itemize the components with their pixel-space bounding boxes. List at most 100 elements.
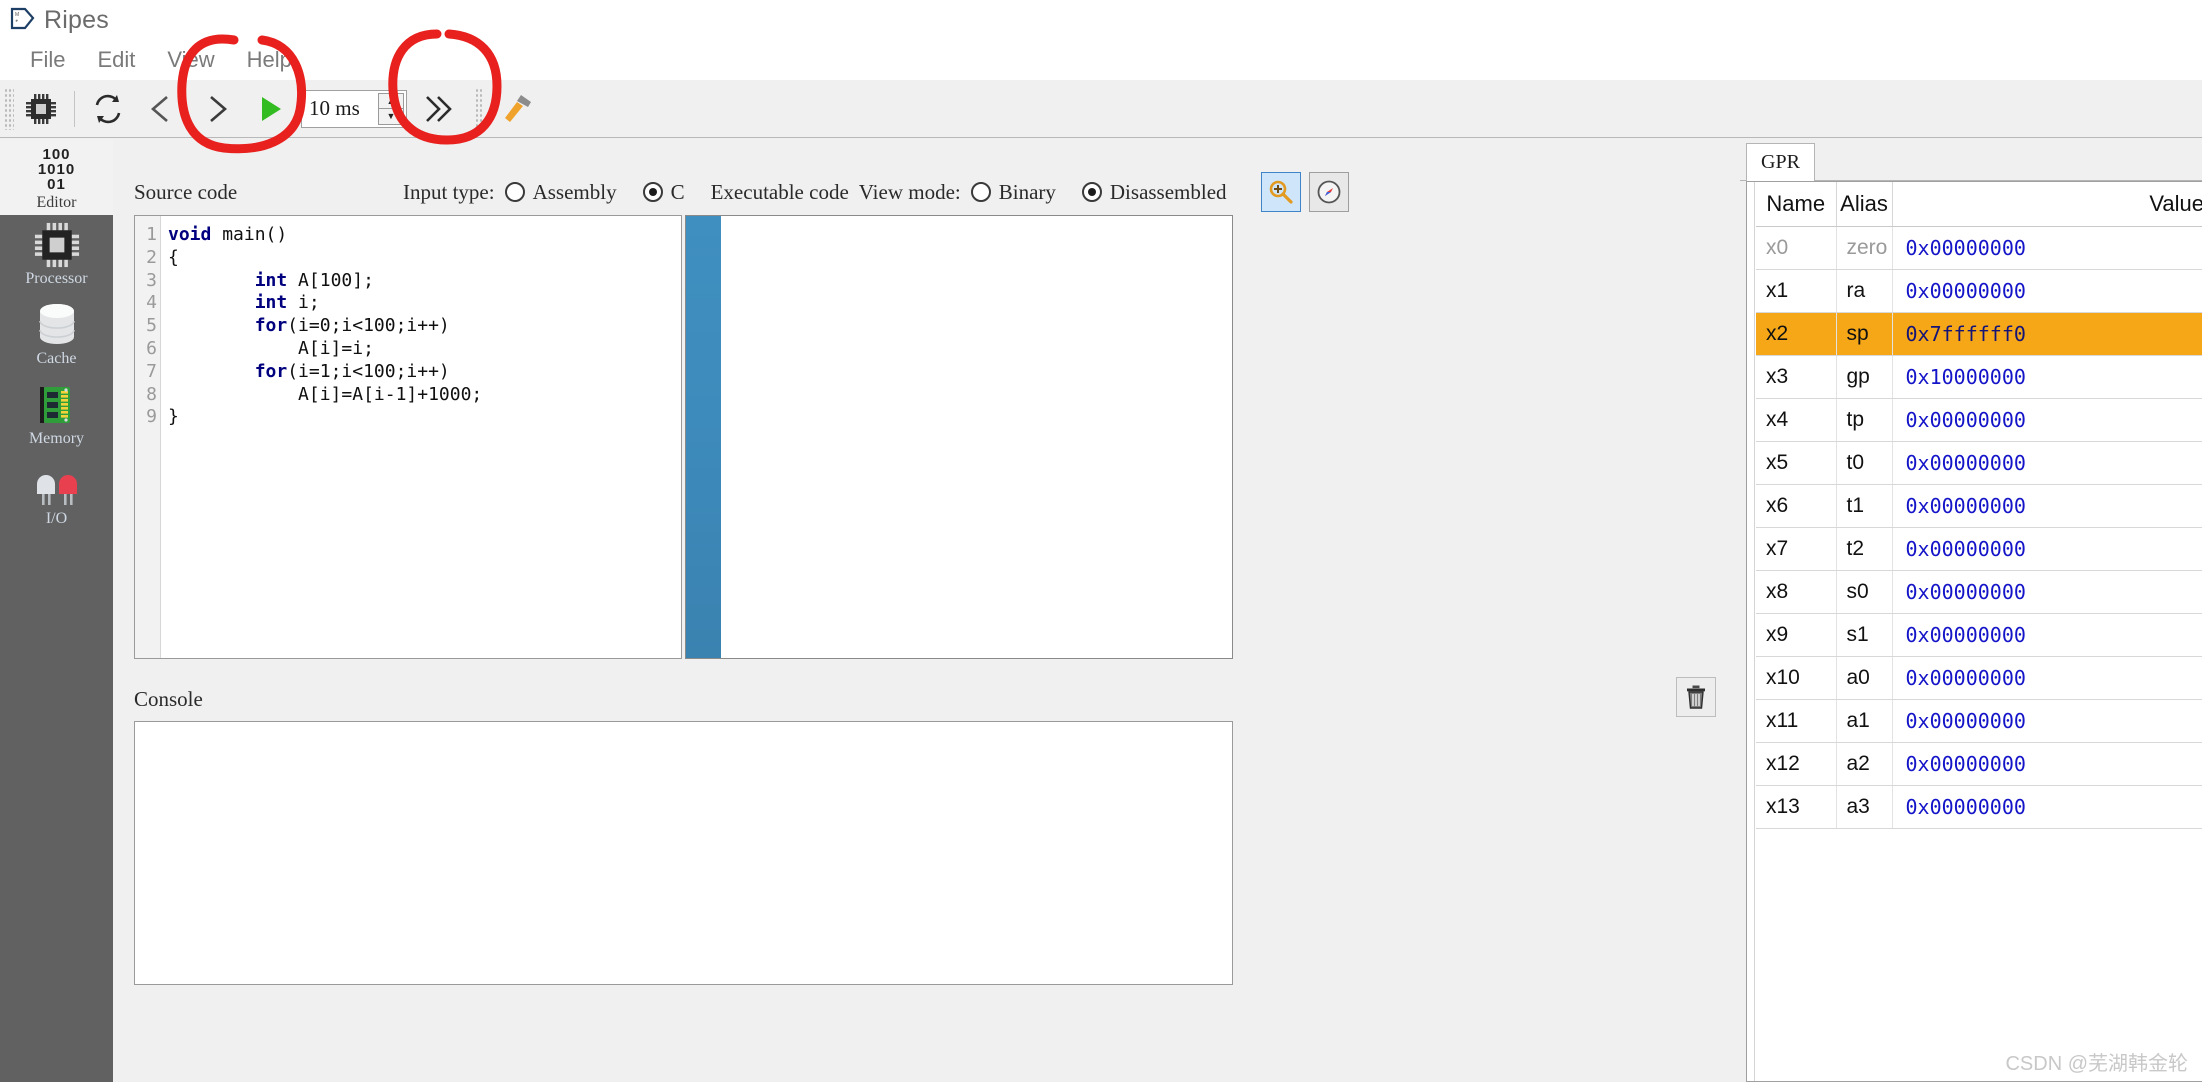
table-row[interactable]: x10 a0 0x00000000 — [1756, 656, 2202, 700]
table-row[interactable]: x8 s0 0x00000000 — [1756, 570, 2202, 614]
source-code-label: Source code — [134, 179, 238, 204]
register-value[interactable]: 0x00000000 — [1892, 742, 2202, 786]
app-title: Ripes — [44, 5, 109, 34]
tab-gpr[interactable]: GPR — [1746, 143, 1815, 181]
register-alias: a3 — [1836, 785, 1893, 829]
source-code-editor[interactable]: 1 2 3 4 5 6 7 8 9 void main() { int A[10… — [134, 215, 682, 659]
sidebar-item-cache[interactable]: Cache — [0, 295, 113, 375]
build-button[interactable] — [490, 84, 544, 134]
table-row[interactable]: x4 tp 0x00000000 — [1756, 398, 2202, 442]
reverse-step-button[interactable] — [135, 84, 189, 134]
step-back-chevron-icon — [151, 95, 168, 122]
executable-code-view[interactable] — [685, 215, 1233, 659]
register-value[interactable]: 0x00000000 — [1892, 226, 2202, 270]
cpu-chip-icon — [26, 93, 56, 124]
reset-button[interactable] — [81, 84, 135, 134]
register-value[interactable]: 0x10000000 — [1892, 355, 2202, 399]
table-row[interactable]: x7 t2 0x00000000 — [1756, 527, 2202, 571]
menu-edit[interactable]: Edit — [81, 45, 151, 75]
clock-interval-spinbox[interactable]: 10 ms ▲ ▼ — [301, 89, 407, 128]
sidebar-label-io: I/O — [45, 510, 68, 527]
register-alias: t1 — [1836, 484, 1893, 528]
register-name: x1 — [1756, 269, 1837, 313]
register-name: x12 — [1756, 742, 1837, 786]
register-alias: t2 — [1836, 527, 1893, 571]
register-name: x3 — [1756, 355, 1837, 399]
editor-code-content[interactable]: void main() { int A[100]; int i; for(i=0… — [161, 216, 681, 658]
register-table-head: Name Alias Value — [1756, 182, 2202, 227]
table-row[interactable]: x13 a3 0x00000000 — [1756, 785, 2202, 829]
svg-text:◕: ◕ — [15, 18, 18, 24]
sidebar-item-memory[interactable]: Memory — [0, 375, 113, 455]
table-row[interactable]: x12 a2 0x00000000 — [1756, 742, 2202, 786]
register-table-container[interactable]: Name Alias Value x0 zero 0x00000000 x1 ra 0x0… — [1746, 181, 2202, 1082]
step-button[interactable] — [189, 84, 243, 134]
col-header-value[interactable]: Value — [1892, 182, 2202, 227]
register-name: x7 — [1756, 527, 1837, 571]
register-value[interactable]: 0x00000000 — [1892, 656, 2202, 700]
register-value[interactable]: 0x00000000 — [1892, 398, 2202, 442]
register-alias: t0 — [1836, 441, 1893, 485]
fast-forward-button[interactable] — [411, 84, 465, 134]
register-value[interactable]: 0x7ffffff0 — [1892, 312, 2202, 356]
register-name: x9 — [1756, 613, 1837, 657]
radio-disassembled[interactable] — [1081, 182, 1102, 202]
register-value[interactable]: 0x00000000 — [1892, 570, 2202, 614]
spin-down-button[interactable]: ▼ — [378, 109, 404, 125]
register-alias: s0 — [1836, 570, 1893, 614]
ram-stick-icon — [35, 382, 79, 428]
sidebar-item-editor[interactable]: 100 1010 01 Editor — [0, 139, 113, 215]
table-row[interactable]: x11 a1 0x00000000 — [1756, 699, 2202, 743]
toolbar-grip[interactable] — [4, 87, 14, 130]
register-value[interactable]: 0x00000000 — [1892, 269, 2202, 313]
step-forward-chevron-icon — [210, 95, 227, 122]
run-button[interactable] — [243, 84, 297, 134]
radio-label-assembly: Assembly — [532, 179, 617, 204]
sidebar-label-cache: Cache — [36, 350, 77, 367]
table-row[interactable]: x9 s1 0x00000000 — [1756, 613, 2202, 657]
clear-console-button[interactable] — [1676, 677, 1716, 717]
menu-view[interactable]: View — [151, 45, 230, 75]
inspect-magnifier-icon — [1269, 180, 1293, 204]
register-table-body: x0 zero 0x00000000 x1 ra 0x00000000 x2 sp 0x7fff… — [1756, 226, 2202, 829]
register-value[interactable]: 0x00000000 — [1892, 484, 2202, 528]
sidebar-item-processor[interactable]: Processor — [0, 215, 113, 295]
col-header-alias[interactable]: Alias — [1836, 182, 1893, 227]
sidebar-item-io[interactable]: I/O — [0, 455, 113, 535]
register-tabstrip: GPR — [1740, 139, 2202, 181]
register-panel: GPR Name Alias Value x0 zero 0x00000000 x1 r… — [1740, 139, 2202, 1082]
processor-select-button[interactable] — [14, 84, 68, 134]
radio-c[interactable] — [642, 182, 663, 202]
database-cylinder-icon — [32, 302, 82, 348]
col-header-name[interactable]: Name — [1756, 182, 1837, 227]
table-row[interactable]: x0 zero 0x00000000 — [1756, 226, 2202, 270]
register-table-scrollbar[interactable] — [1747, 182, 1755, 1081]
cpu-chip-icon — [32, 222, 82, 268]
console-label: Console — [134, 686, 203, 711]
radio-binary[interactable] — [970, 182, 991, 202]
register-alias: gp — [1836, 355, 1893, 399]
register-value[interactable]: 0x00000000 — [1892, 527, 2202, 571]
register-value[interactable]: 0x00000000 — [1892, 785, 2202, 829]
menu-help[interactable]: Help — [231, 45, 308, 75]
led-lights-icon — [29, 462, 85, 508]
register-name: x6 — [1756, 484, 1837, 528]
table-row[interactable]: x1 ra 0x00000000 — [1756, 269, 2202, 313]
table-row[interactable]: x3 gp 0x10000000 — [1756, 355, 2202, 399]
ripes-app-window: M ◕ Ripes File Edit View Help 10 ms ▲ ▼ … — [0, 0, 2202, 1082]
compass-button[interactable] — [1308, 172, 1349, 212]
table-row[interactable]: x6 t1 0x00000000 — [1756, 484, 2202, 528]
menu-file[interactable]: File — [14, 45, 81, 75]
register-value[interactable]: 0x00000000 — [1892, 699, 2202, 743]
editor-options-row: Input type: Assembly C Executable code V… — [403, 169, 1349, 215]
table-row[interactable]: x2 sp 0x7ffffff0 — [1756, 312, 2202, 356]
inspect-magnifier-button[interactable] — [1260, 172, 1301, 212]
radio-assembly[interactable] — [504, 182, 525, 202]
register-name: x2 — [1756, 312, 1837, 356]
register-value[interactable]: 0x00000000 — [1892, 613, 2202, 657]
toolbar-grip-2[interactable] — [475, 87, 484, 130]
console-output[interactable] — [134, 721, 1233, 985]
register-value[interactable]: 0x00000000 — [1892, 441, 2202, 485]
table-row[interactable]: x5 t0 0x00000000 — [1756, 441, 2202, 485]
spin-up-button[interactable]: ▲ — [378, 92, 404, 109]
